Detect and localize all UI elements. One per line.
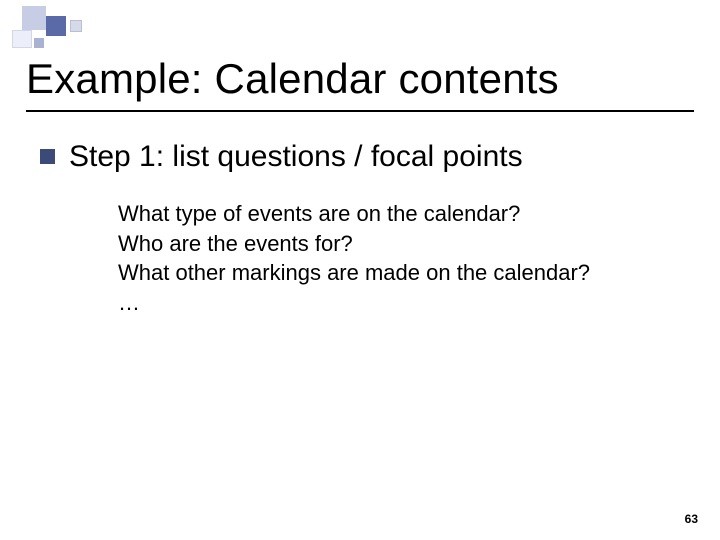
bullet-text: Step 1: list questions / focal points xyxy=(69,140,523,175)
question-item: Who are the events for? xyxy=(118,230,590,258)
decor-square xyxy=(46,16,66,36)
question-item: What type of events are on the calendar? xyxy=(118,200,590,228)
title-underline xyxy=(26,110,694,112)
decor-square xyxy=(70,20,82,32)
bullet-row: Step 1: list questions / focal points xyxy=(40,140,523,175)
decor-square xyxy=(22,6,46,30)
decor-square xyxy=(12,30,32,48)
square-bullet-icon xyxy=(40,149,55,164)
corner-decoration xyxy=(0,0,130,50)
decor-square xyxy=(34,38,44,48)
page-number: 63 xyxy=(685,512,698,526)
question-item: What other markings are made on the cale… xyxy=(118,259,590,287)
question-item: … xyxy=(118,289,590,317)
slide-title: Example: Calendar contents xyxy=(26,55,559,103)
question-list: What type of events are on the calendar?… xyxy=(118,200,590,318)
